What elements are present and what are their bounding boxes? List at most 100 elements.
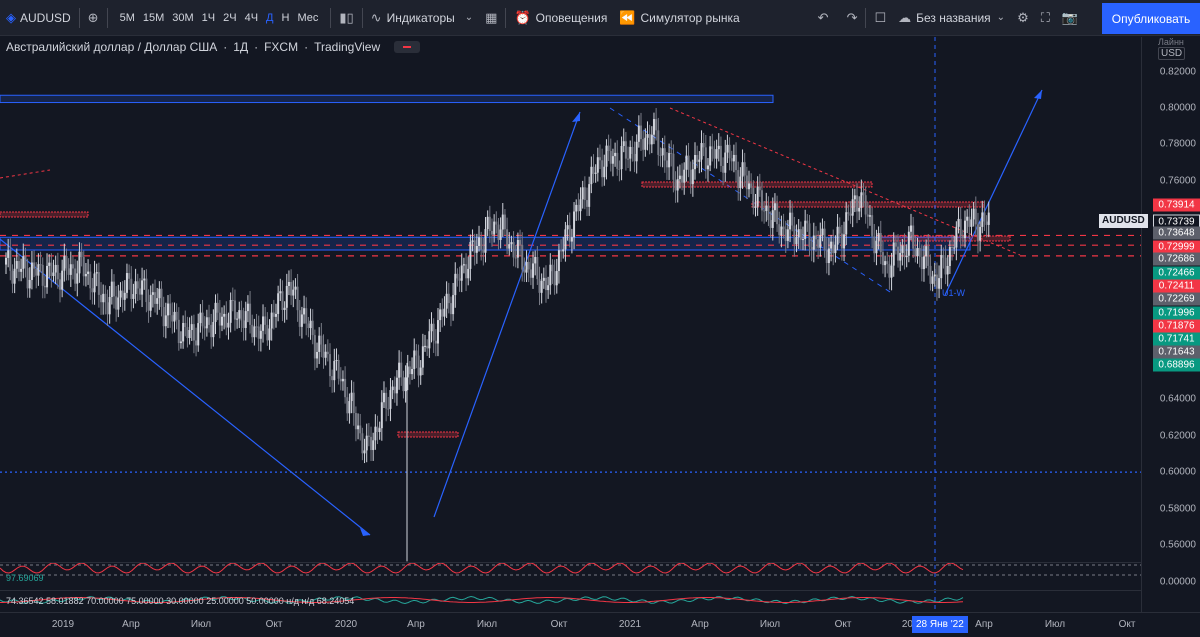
candle-body xyxy=(743,162,746,176)
candle-body xyxy=(933,274,936,277)
candle-body xyxy=(374,426,377,441)
candle-body xyxy=(557,250,560,271)
candle-body xyxy=(359,425,362,434)
templates-button[interactable]: ▦ xyxy=(479,0,503,36)
candle-body xyxy=(43,285,46,288)
candle-body xyxy=(160,288,163,308)
interval-2[interactable]: 30М xyxy=(168,12,197,24)
candle-body xyxy=(719,145,722,166)
pane-divider[interactable] xyxy=(0,590,1141,591)
candle-body xyxy=(393,386,396,394)
candle-body xyxy=(108,297,111,315)
interval-5[interactable]: 4Ч xyxy=(241,12,262,24)
candle-body xyxy=(633,153,636,162)
candle-body xyxy=(186,327,189,339)
interval-6[interactable]: Д xyxy=(262,12,277,24)
candle-body xyxy=(169,303,172,316)
candle-body xyxy=(462,264,465,266)
candle-body xyxy=(780,226,783,236)
candle-body xyxy=(860,192,863,208)
price-chart[interactable]: U1-W xyxy=(0,37,1141,612)
compare-button[interactable]: ⊕ xyxy=(82,0,105,36)
layout-name-button[interactable]: ☁ Без названия ⌄ xyxy=(892,0,1011,36)
candle-body xyxy=(946,265,949,275)
candle-body xyxy=(894,242,897,247)
candle-body xyxy=(910,225,913,232)
price-tick: 0.82000 xyxy=(1159,66,1196,78)
candle-body xyxy=(741,162,744,177)
pane-divider[interactable] xyxy=(0,562,1141,563)
chart-type-button[interactable]: ▮▯ xyxy=(333,0,359,36)
candle-body xyxy=(938,278,941,289)
candle-body xyxy=(197,323,200,346)
candle-body xyxy=(981,212,984,227)
candle-body xyxy=(128,273,131,279)
legend-sep: · xyxy=(304,40,309,54)
candle-body xyxy=(469,241,472,269)
gear-icon: ⚙ xyxy=(1017,9,1029,25)
candle-body xyxy=(307,323,310,329)
candle-body xyxy=(478,237,481,247)
arrow-head xyxy=(360,528,370,536)
redo-button[interactable]: ↷ xyxy=(841,0,864,36)
candle-body xyxy=(527,261,530,270)
symbol-name: AUDUSD xyxy=(20,10,71,25)
candle-body xyxy=(223,313,226,317)
interval-0[interactable]: 5М xyxy=(116,12,139,24)
candle-body xyxy=(605,145,608,167)
alarm-clock-icon: ⏰ xyxy=(514,9,531,25)
arrow-head xyxy=(572,112,580,122)
indicators-button[interactable]: ∿ Индикаторы ⌄ xyxy=(365,0,480,36)
candle-body xyxy=(765,205,768,211)
interval-8[interactable]: Мес xyxy=(293,12,322,24)
alerts-button[interactable]: ⏰ Оповещения xyxy=(508,0,613,36)
toolbar-divider xyxy=(330,7,332,28)
fullscreen-button[interactable]: ⛶ xyxy=(1035,0,1056,36)
candle-body xyxy=(294,286,297,290)
currency-button[interactable]: USD xyxy=(1158,47,1186,60)
candle-body xyxy=(922,256,925,270)
replay-button[interactable]: ⏪ Симулятор рынка xyxy=(613,0,745,36)
candle-body xyxy=(521,244,524,270)
symbol-search[interactable]: ◈ AUDUSD xyxy=(0,0,77,36)
layout-button[interactable]: ☐ xyxy=(868,0,892,36)
candle-body xyxy=(635,141,638,162)
candle-body xyxy=(121,290,124,300)
candle-body xyxy=(944,257,947,275)
candle-body xyxy=(87,271,90,274)
candle-body xyxy=(441,309,444,317)
candle-body xyxy=(819,235,822,248)
candle-body xyxy=(298,310,301,327)
candle-body xyxy=(331,376,334,381)
interval-7[interactable]: Н xyxy=(277,12,293,24)
candle-body xyxy=(553,271,556,286)
candle-body xyxy=(246,303,249,312)
candle-body xyxy=(149,294,152,311)
candle-body xyxy=(251,324,254,338)
candle-body xyxy=(482,249,485,253)
candle-body xyxy=(594,172,597,174)
candle-body xyxy=(609,151,612,164)
publish-button[interactable]: Опубликовать xyxy=(1102,3,1200,34)
candle-body xyxy=(631,146,634,154)
candle-body xyxy=(925,246,928,257)
candle-body xyxy=(676,179,679,191)
candle-body xyxy=(380,402,383,429)
undo-button[interactable]: ↶ xyxy=(812,0,835,36)
redo-icon: ↷ xyxy=(846,9,858,25)
candle-body xyxy=(750,183,753,188)
candle-body xyxy=(642,139,645,150)
candle-body xyxy=(192,324,195,341)
interval-1[interactable]: 15М xyxy=(139,12,168,24)
legend-collapse-toggle[interactable] xyxy=(394,41,421,53)
price-axis[interactable]: 0.82000 0.80000 0.78000 0.76000 0.64000 0.620… xyxy=(1141,37,1200,612)
candle-body xyxy=(948,246,951,266)
time-axis[interactable]: 2019 Апр Июл Окт 2020 Апр Июл Окт 2021 Апр Июл Окт 2… xyxy=(0,612,1200,637)
interval-4[interactable]: 2Ч xyxy=(219,12,240,24)
toolbar-divider xyxy=(106,7,108,28)
candle-body xyxy=(756,186,759,207)
settings-button[interactable]: ⚙ xyxy=(1011,0,1035,36)
candle-body xyxy=(575,204,578,212)
snapshot-button[interactable]: 📷 xyxy=(1056,0,1084,36)
interval-3[interactable]: 1Ч xyxy=(198,12,219,24)
